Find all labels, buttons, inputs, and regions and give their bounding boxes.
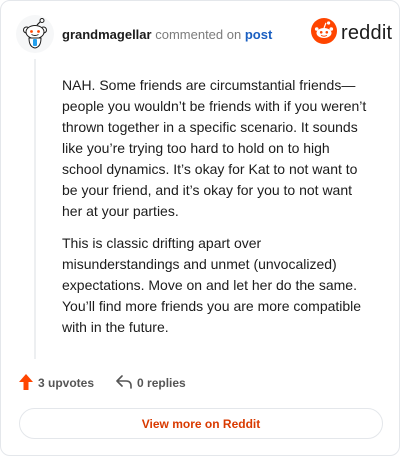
reddit-wordmark: reddit [341,21,393,44]
reddit-brand[interactable]: reddit [311,17,393,49]
comment-actions: 3 upvotes 0 replies [19,373,208,393]
thread-line [34,59,36,359]
commented-on-text: commented on [155,27,242,42]
author-name[interactable]: grandmagellar [62,27,152,42]
post-link[interactable]: post [245,27,272,42]
snoo-avatar-icon[interactable] [16,15,54,53]
view-more-button[interactable]: View more on Reddit [19,408,383,439]
comment-body: NAH. Some friends are circumstantial fri… [62,75,372,349]
comment-paragraph: This is classic drifting apart over misu… [62,235,362,335]
upvote-arrow-icon [19,373,38,393]
reddit-logo-icon [311,17,337,49]
comment-paragraph: NAH. Some friends are circumstantial fri… [62,77,367,219]
replies-count: 0 replies [137,376,186,390]
comment-meta: grandmagellar commented on post [62,27,272,42]
embedded-comment-card: grandmagellar commented on post reddit N… [0,0,400,456]
reply-arrow-icon [116,374,137,392]
upvote-button[interactable]: 3 upvotes [19,373,95,393]
upvotes-count: 3 upvotes [38,376,95,390]
reply-button[interactable]: 0 replies [116,374,186,392]
